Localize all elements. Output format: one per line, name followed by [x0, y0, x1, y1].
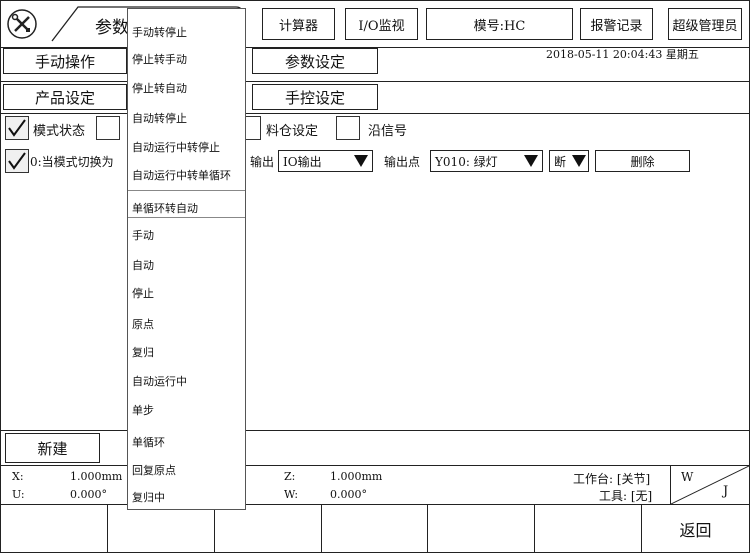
- datetime: 2018-05-11 20:04:43 星期五: [546, 48, 699, 61]
- user-button[interactable]: 超级管理员: [668, 8, 742, 40]
- output-type-select[interactable]: IO输出: [278, 150, 373, 172]
- silo-setting-label: 料仓设定: [266, 124, 319, 139]
- tab-product-setting[interactable]: 产品设定: [3, 84, 127, 110]
- u-axis-label: U:: [12, 488, 25, 501]
- z-axis-value: 1.000mm: [330, 470, 383, 483]
- softkey-6[interactable]: [535, 505, 642, 552]
- menu-item[interactable]: 原点: [132, 316, 154, 332]
- mode-state-label: 模式状态: [33, 124, 86, 139]
- menu-item[interactable]: 自动运行中转停止: [132, 139, 220, 155]
- softkey-3[interactable]: [215, 505, 322, 552]
- mode-state-checkbox[interactable]: [5, 116, 29, 140]
- divider: [0, 465, 750, 466]
- menu-item[interactable]: 手动转停止: [132, 24, 187, 40]
- menu-item[interactable]: 自动运行中转单循环: [132, 167, 231, 183]
- corner-j-label: J: [723, 484, 729, 499]
- tab-hand-control-setting[interactable]: 手控设定: [252, 84, 378, 110]
- tool-icon[interactable]: [6, 8, 38, 40]
- tab-parameter-setting[interactable]: 参数设定: [252, 48, 378, 74]
- w-axis-value: 0.000°: [330, 488, 367, 501]
- coordinate-switch[interactable]: W J: [670, 466, 749, 504]
- x-axis-label: X:: [12, 470, 24, 483]
- menu-item[interactable]: 回复原点: [132, 462, 176, 478]
- menu-item[interactable]: 单步: [132, 402, 154, 418]
- dropdown-arrow-icon: [524, 155, 538, 167]
- output-point-select[interactable]: Y010: 绿灯: [430, 150, 543, 172]
- menu-item[interactable]: 自动运行中: [132, 373, 187, 389]
- softkey-4[interactable]: [322, 505, 428, 552]
- softkey-5[interactable]: [428, 505, 535, 552]
- menu-item[interactable]: 自动: [132, 257, 154, 273]
- tool-status: 工具: [无]: [599, 489, 653, 503]
- edge-signal-label: 沿信号: [368, 124, 408, 139]
- output-point-label: 输出点: [384, 155, 421, 169]
- new-button[interactable]: 新建: [5, 433, 100, 463]
- corner-w-label: W: [681, 470, 694, 484]
- output-state-select[interactable]: 断: [549, 150, 589, 172]
- option-checkbox[interactable]: [96, 116, 120, 140]
- dropdown-arrow-icon: [354, 155, 368, 167]
- menu-separator: [128, 190, 245, 191]
- menu-item[interactable]: 复归: [132, 344, 154, 360]
- rule-condition: 0:当模式切换为: [30, 155, 114, 169]
- return-button[interactable]: 返回: [642, 505, 749, 552]
- output-label: 输出: [250, 155, 275, 169]
- menu-separator: [128, 217, 245, 218]
- mode-transition-menu[interactable]: 手动转停止 停止转手动 停止转自动 自动转停止 自动运行中转停止 自动运行中转单…: [127, 8, 246, 510]
- output-point-value: Y010: 绿灯: [435, 154, 498, 169]
- menu-item[interactable]: 停止转自动: [132, 80, 187, 96]
- menu-item[interactable]: 停止转手动: [132, 51, 187, 67]
- edge-signal-checkbox[interactable]: [336, 116, 360, 140]
- alarm-log-button[interactable]: 报警记录: [580, 8, 653, 40]
- x-axis-value: 1.000mm: [70, 470, 123, 483]
- menu-item[interactable]: 单循环: [132, 434, 165, 450]
- tab-manual-operation[interactable]: 手动操作: [3, 48, 127, 74]
- divider: [0, 81, 750, 82]
- dropdown-arrow-icon: [572, 155, 586, 167]
- menu-item[interactable]: 手动: [132, 227, 154, 243]
- menu-item[interactable]: 自动转停止: [132, 110, 187, 126]
- z-axis-label: Z:: [284, 470, 296, 483]
- softkey-1[interactable]: [0, 505, 108, 552]
- w-axis-label: W:: [284, 488, 299, 501]
- divider: [0, 430, 750, 431]
- menu-item[interactable]: 停止: [132, 285, 154, 301]
- calculator-button[interactable]: 计算器: [262, 8, 335, 40]
- delete-button[interactable]: 删除: [595, 150, 690, 172]
- divider: [0, 113, 750, 114]
- output-state-value: 断: [554, 154, 567, 169]
- softkey-2[interactable]: [108, 505, 215, 552]
- return-button-label: 返回: [679, 520, 712, 540]
- rule-checkbox[interactable]: [5, 149, 29, 173]
- menu-item[interactable]: 单循环转自动: [132, 200, 198, 216]
- mold-number-button[interactable]: 模号:HC: [426, 8, 573, 40]
- io-monitor-button[interactable]: I/O监视: [345, 8, 418, 40]
- u-axis-value: 0.000°: [70, 488, 107, 501]
- page-tab-label: 参数: [95, 18, 129, 38]
- menu-item[interactable]: 复归中: [132, 489, 165, 505]
- output-type-value: IO输出: [283, 154, 322, 169]
- workbench-status: 工作台: [关节]: [573, 472, 651, 486]
